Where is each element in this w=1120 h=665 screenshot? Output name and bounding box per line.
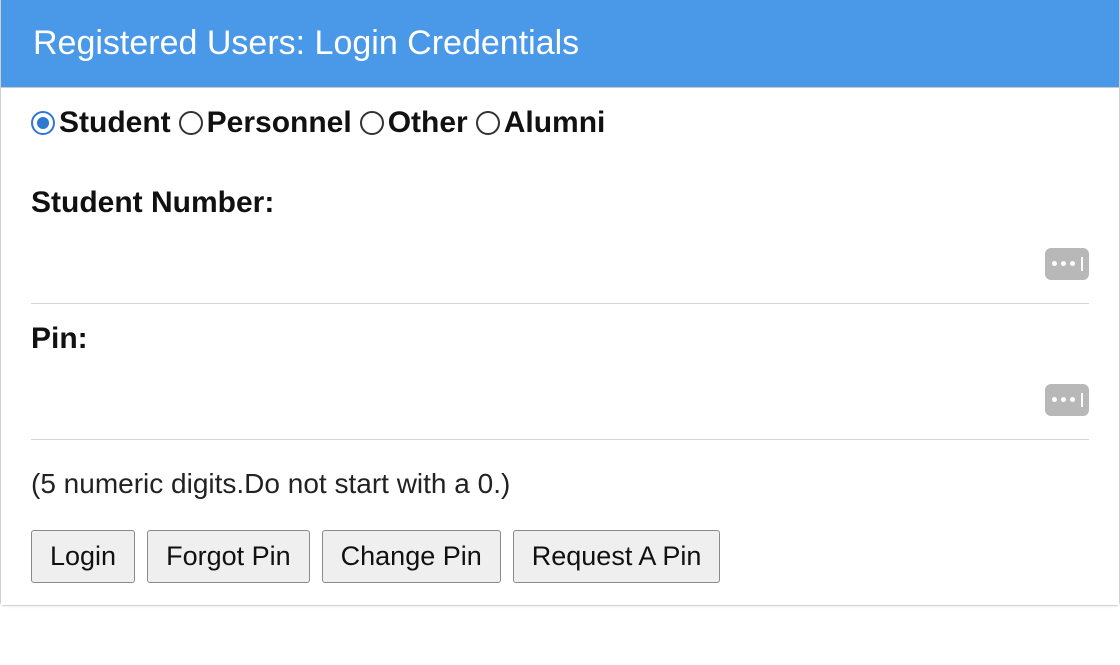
student-number-input-row <box>31 230 1089 304</box>
radio-option-student[interactable]: Student <box>31 106 171 140</box>
panel-header: Registered Users: Login Credentials <box>1 0 1119 88</box>
pin-label: Pin: <box>31 322 1089 356</box>
pin-input[interactable] <box>31 366 1033 433</box>
radio-option-other[interactable]: Other <box>360 106 468 140</box>
student-number-field-group: Student Number: <box>31 186 1089 304</box>
radio-option-alumni[interactable]: Alumni <box>476 106 606 140</box>
login-button[interactable]: Login <box>31 530 135 583</box>
radio-label: Other <box>388 106 468 140</box>
radio-icon <box>360 111 384 135</box>
radio-icon <box>179 111 203 135</box>
radio-icon <box>31 111 55 135</box>
panel-title: Registered Users: Login Credentials <box>33 24 579 62</box>
action-button-row: Login Forgot Pin Change Pin Request A Pi… <box>31 530 1089 583</box>
password-manager-icon[interactable] <box>1045 384 1089 416</box>
change-pin-button[interactable]: Change Pin <box>322 530 501 583</box>
student-number-input[interactable] <box>31 230 1033 297</box>
student-number-label: Student Number: <box>31 186 1089 220</box>
radio-label: Student <box>59 106 171 140</box>
radio-label: Alumni <box>504 106 606 140</box>
password-manager-icon[interactable] <box>1045 248 1089 280</box>
user-type-radio-group: Student Personnel Other Alumni <box>31 106 1089 140</box>
panel-body: Student Personnel Other Alumni Student N… <box>1 88 1119 605</box>
request-a-pin-button[interactable]: Request A Pin <box>513 530 721 583</box>
pin-field-group: Pin: <box>31 322 1089 440</box>
radio-label: Personnel <box>207 106 352 140</box>
pin-hint-text: (5 numeric digits.Do not start with a 0.… <box>31 468 1089 500</box>
radio-option-personnel[interactable]: Personnel <box>179 106 352 140</box>
forgot-pin-button[interactable]: Forgot Pin <box>147 530 310 583</box>
pin-input-row <box>31 366 1089 440</box>
radio-icon <box>476 111 500 135</box>
login-panel: Registered Users: Login Credentials Stud… <box>0 0 1120 606</box>
